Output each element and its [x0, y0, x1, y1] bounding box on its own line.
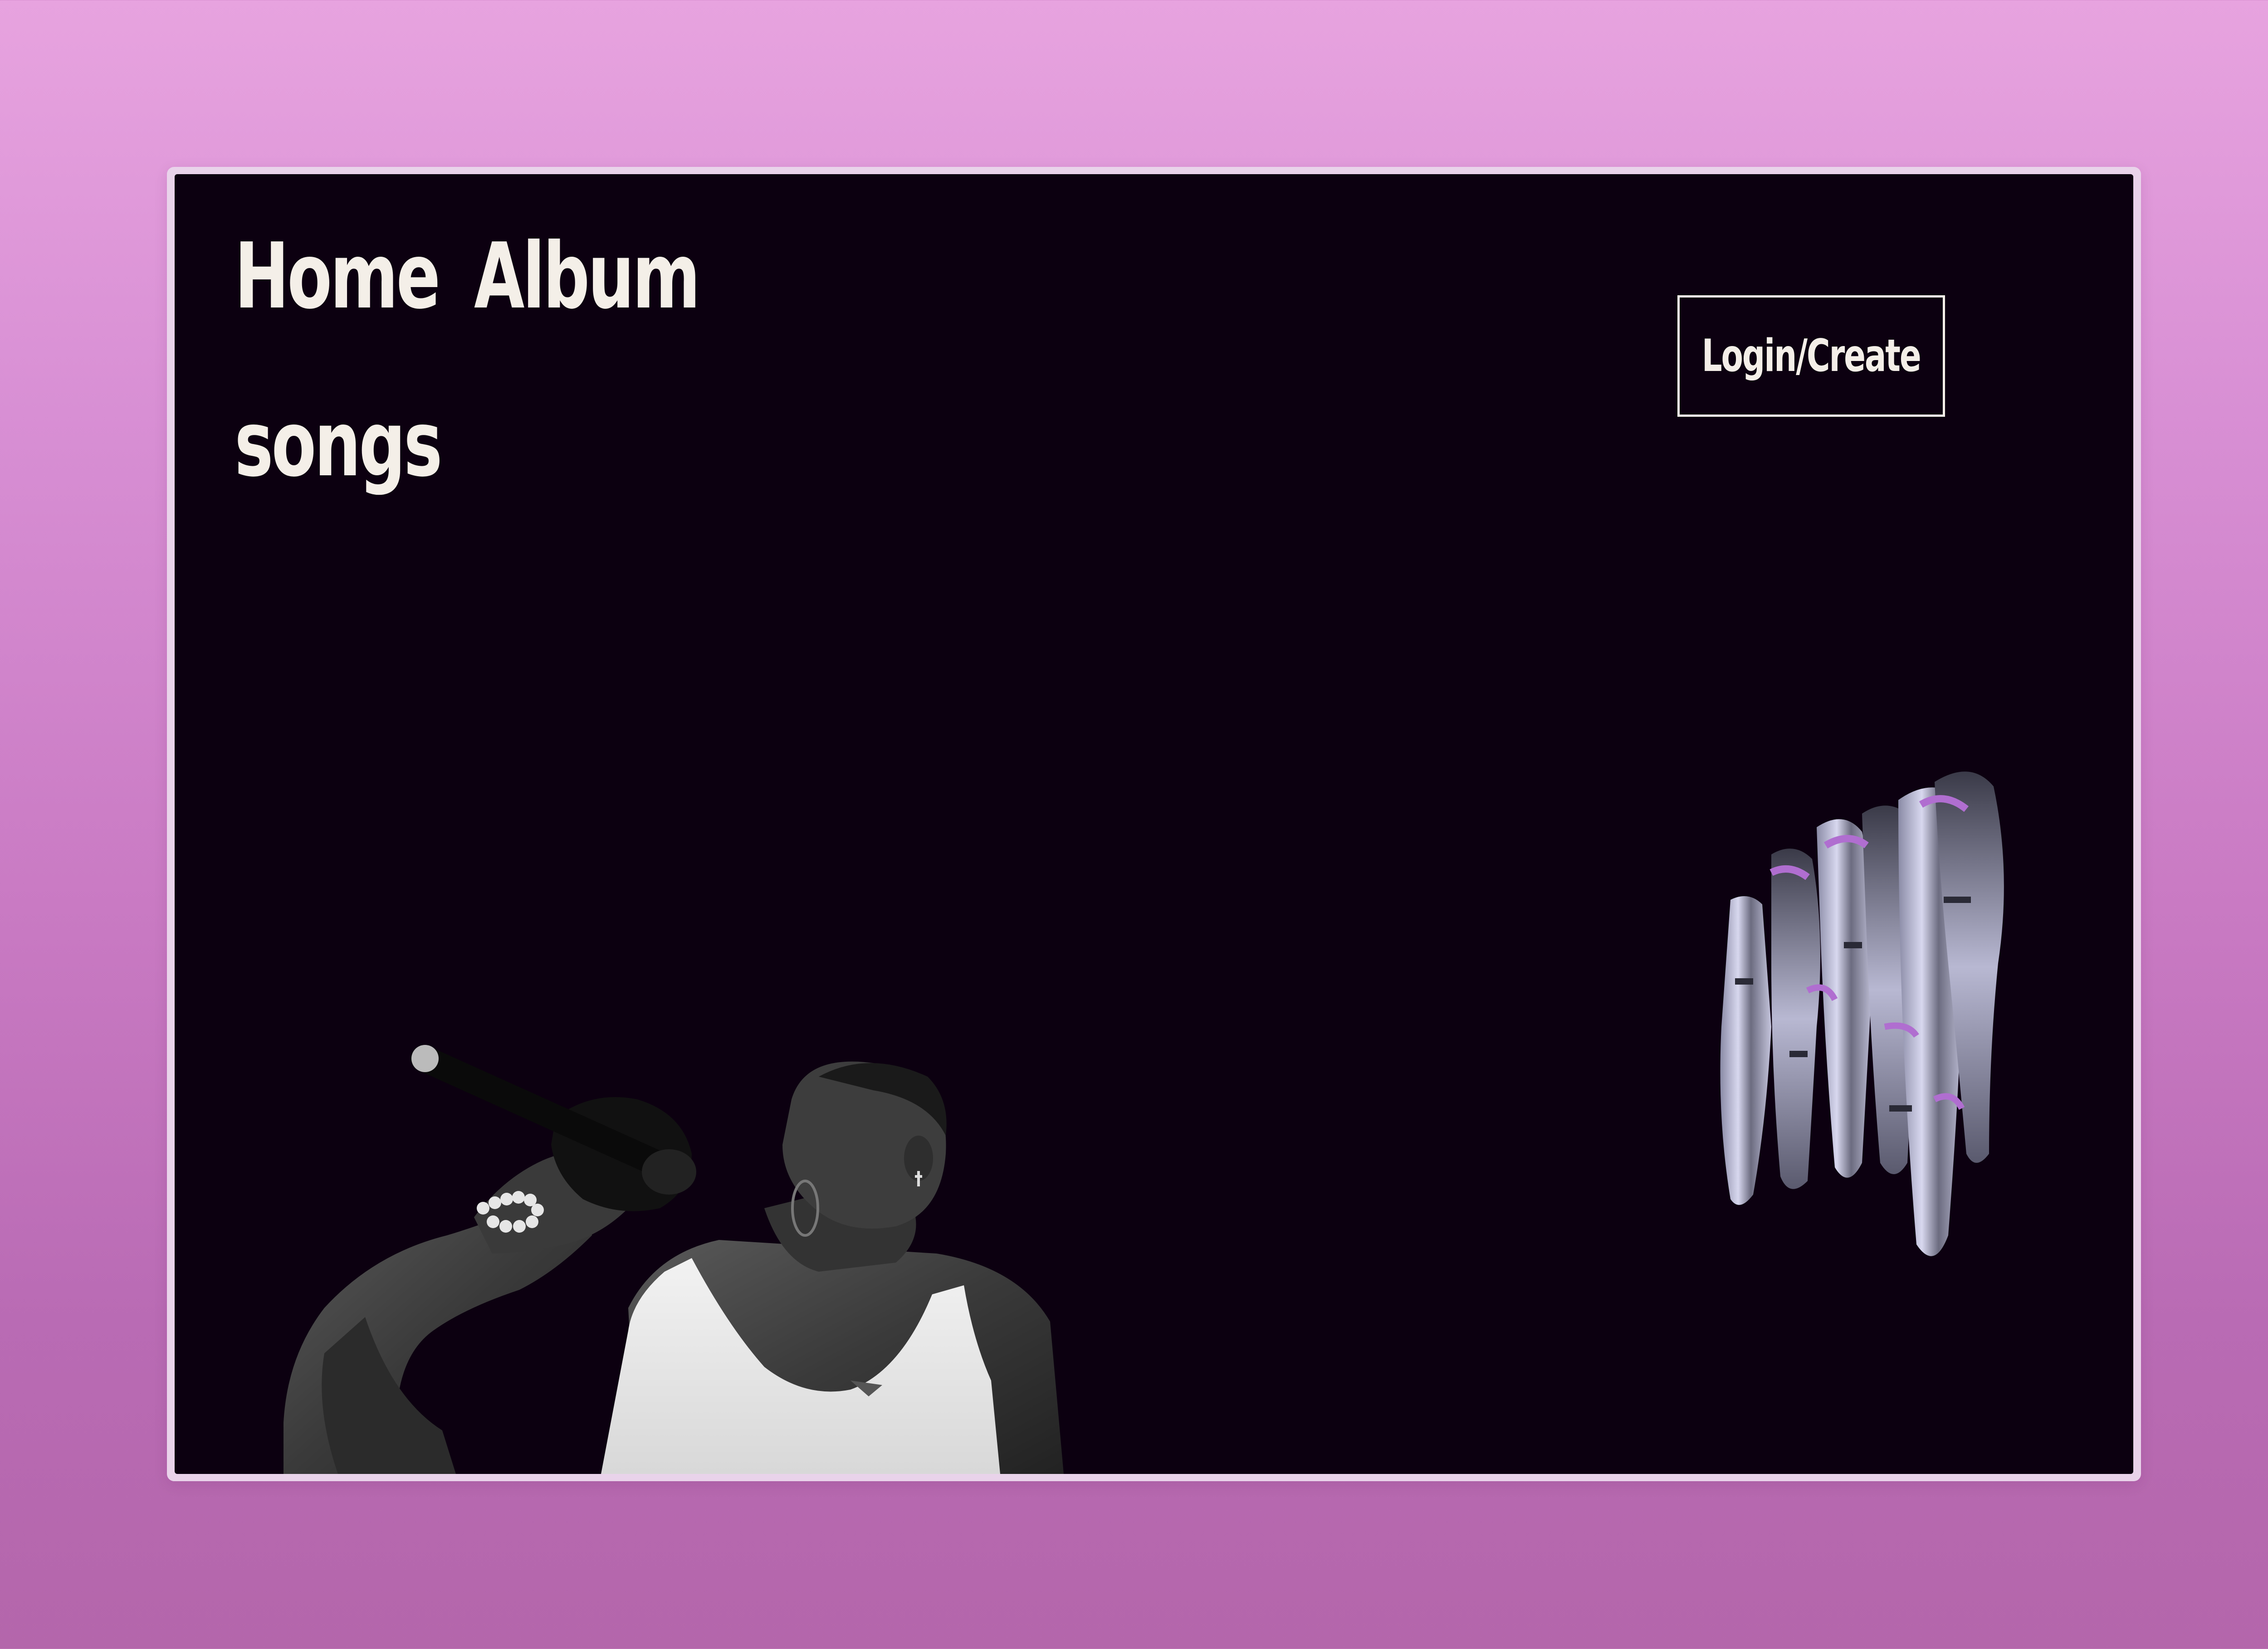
nav-songs-link[interactable]: songs [235, 399, 443, 490]
nav-album-link[interactable]: Album [474, 231, 700, 322]
login-create-button[interactable]: Login/Create [1677, 295, 1945, 417]
singer-photo [284, 1045, 1064, 1474]
chrome-sculpture-image [1720, 771, 2004, 1256]
login-create-label: Login/Create [1702, 330, 1921, 382]
nav-home-link[interactable]: Home [235, 231, 440, 322]
page-canvas: Home Album songs Login/Create [175, 174, 2133, 1474]
